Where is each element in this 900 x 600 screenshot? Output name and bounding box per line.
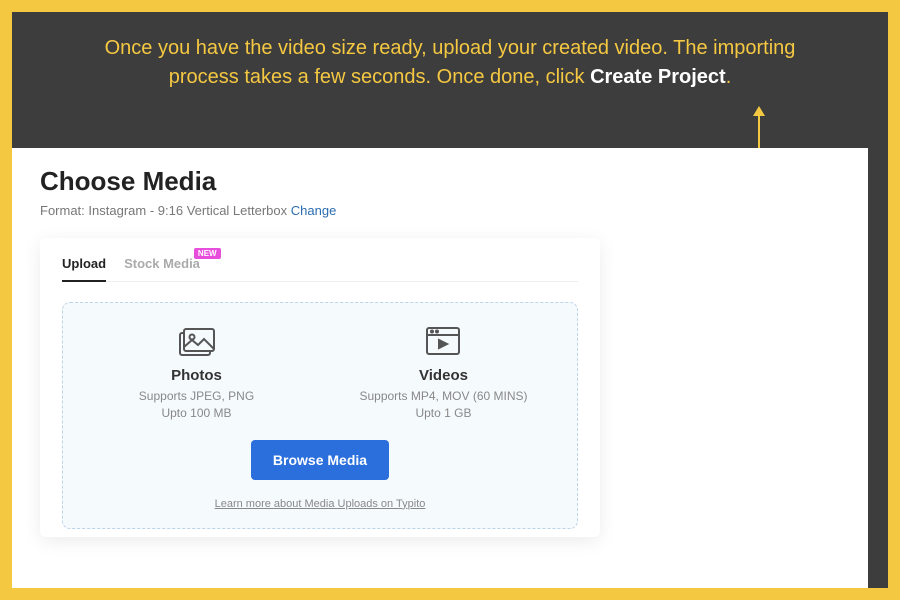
dropzone[interactable]: Photos Supports JPEG, PNG Upto 100 MB Vi… (62, 302, 578, 529)
videos-title: Videos (325, 367, 562, 384)
photos-icon (176, 325, 216, 357)
tab-stock-media[interactable]: Stock Media (124, 256, 200, 281)
new-badge: NEW (194, 248, 221, 259)
learn-more-link[interactable]: Learn more about Media Uploads on Typito (73, 498, 567, 510)
page-title: Choose Media (40, 166, 848, 197)
videos-line1: Supports MP4, MOV (60 MINS) (325, 388, 562, 405)
photos-line2: Upto 100 MB (78, 405, 315, 422)
photos-column: Photos Supports JPEG, PNG Upto 100 MB (78, 325, 315, 422)
videos-column: Videos Supports MP4, MOV (60 MINS) Upto … (325, 325, 562, 422)
instruction-text: Once you have the video size ready, uplo… (12, 12, 888, 110)
format-label: Format: (40, 203, 85, 218)
photos-title: Photos (78, 367, 315, 384)
main-panel: Choose Media Format: Instagram - 9:16 Ve… (12, 148, 868, 588)
browse-media-button[interactable]: Browse Media (251, 440, 389, 480)
tab-upload[interactable]: Upload (62, 256, 106, 281)
videos-icon (424, 325, 462, 357)
change-format-link[interactable]: Change (291, 203, 337, 218)
format-value: Instagram - 9:16 Vertical Letterbox (88, 203, 287, 218)
photos-line1: Supports JPEG, PNG (78, 388, 315, 405)
videos-line2: Upto 1 GB (325, 405, 562, 422)
instruction-suffix: . (726, 66, 732, 88)
upload-card: Upload Stock Media NEW Photos Suppor (40, 238, 600, 537)
tabs: Upload Stock Media NEW (62, 256, 578, 282)
format-line: Format: Instagram - 9:16 Vertical Letter… (40, 203, 848, 218)
instruction-bold: Create Project (590, 66, 726, 88)
